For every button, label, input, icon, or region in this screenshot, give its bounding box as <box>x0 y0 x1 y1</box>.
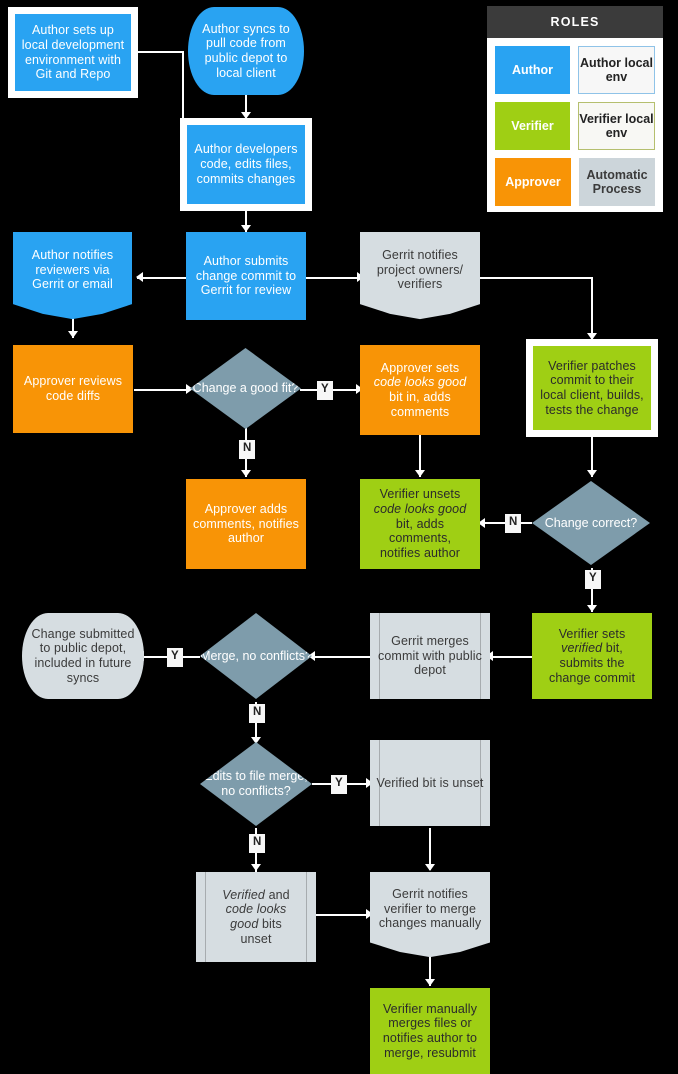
arrow-notify-to-approver <box>68 331 78 338</box>
node-gerrit-merges-commit[interactable]: Gerrit merges commit with public depot <box>370 613 490 699</box>
node-verified-bit-unset[interactable]: Verified bit is unset <box>370 740 490 826</box>
arrow-patches-to-correct <box>587 470 597 477</box>
connector-merges-to-decision <box>312 656 370 658</box>
node-label: Author submits change commit to Gerrit f… <box>195 253 297 298</box>
decision-label: Merge, no conflicts? <box>200 648 312 663</box>
edge-label-change-correct-no: N <box>505 514 522 533</box>
roles-legend: ROLES Author Author local env Verifier V… <box>487 6 663 212</box>
legend-row-author: Author Author local env <box>495 46 655 94</box>
node-label: Author developers code, edits files, com… <box>194 142 298 186</box>
node-label: Verified and code looks good bits unset <box>222 887 290 946</box>
arrow-correct-yes <box>587 605 597 612</box>
node-bits-unset[interactable]: Verified and code looks good bits unset <box>196 872 316 962</box>
decision-merge-no-conflicts[interactable]: Merge, no conflicts? <box>200 613 312 699</box>
connector-approver-to-goodfit <box>134 389 190 391</box>
node-gerrit-notifies-owners[interactable]: Gerrit notifies project owners/ verifier… <box>360 232 480 320</box>
node-approver-adds-comments[interactable]: Approver adds comments, notifies author <box>186 479 306 569</box>
node-verifier-patches[interactable]: Verifier patches commit to their local c… <box>526 339 658 437</box>
node-label: Gerrit notifies verifier to merge change… <box>378 886 482 931</box>
node-label: Verifier manually merges files or notifi… <box>382 1001 478 1060</box>
node-approver-sets-bit[interactable]: Approver sets code looks good bit in, adds… <box>360 345 480 435</box>
edge-label-merge-yes: Y <box>167 648 183 667</box>
legend-row-approver: Approver Automatic Process <box>495 158 655 206</box>
decision-label: Change a good fit? <box>192 381 299 396</box>
connector-setup-to-develop <box>137 51 184 53</box>
node-author-develops[interactable]: Author developers code, edits files, com… <box>180 118 312 211</box>
arrow-approversets-down <box>415 470 425 477</box>
node-label: Verifier patches commit to their local c… <box>540 358 644 417</box>
node-label: Author notifies reviewers via Gerrit or … <box>31 247 114 292</box>
node-label: Approver reviews code diffs <box>23 374 123 403</box>
node-verifier-sets-verified[interactable]: Verifier sets verified bit, submits the cha… <box>532 613 652 699</box>
edge-label-good-fit-no: N <box>239 440 256 459</box>
legend-swatch-author-local-env: Author local env <box>578 46 655 94</box>
node-label: Author syncs to pull code from public de… <box>202 21 290 80</box>
node-gerrit-notifies-verifier[interactable]: Gerrit notifies verifier to merge change… <box>370 872 490 958</box>
legend-swatch-automatic-process: Automatic Process <box>579 158 655 206</box>
node-author-sets-up[interactable]: Author sets up local development environ… <box>8 7 138 98</box>
node-label: Author sets up local development environ… <box>21 23 125 82</box>
decision-label: Change correct? <box>544 515 638 530</box>
legend-title: ROLES <box>487 6 663 38</box>
arrow-submit-to-notify <box>136 272 143 282</box>
node-label: Verified bit is unset <box>376 775 484 790</box>
node-verifier-manual-merge[interactable]: Verifier manually merges files or notifi… <box>370 988 490 1074</box>
connector-gerrit-to-verifier <box>480 277 592 279</box>
node-change-submitted[interactable]: Change submitted to public depot, includ… <box>22 613 144 699</box>
connector-submit-to-gerrit <box>306 277 360 279</box>
arrow-edits-no <box>251 864 261 871</box>
arrow-develop-to-submit <box>241 225 251 232</box>
legend-body: Author Author local env Verifier Verifie… <box>487 38 663 214</box>
legend-swatch-approver: Approver <box>495 158 571 206</box>
node-label: Gerrit merges commit with public depot <box>378 633 482 678</box>
node-label: Change submitted to public depot, includ… <box>31 626 135 685</box>
edge-label-merge-no: N <box>249 704 266 723</box>
node-label: Verifier unsets code looks good bit, adds c… <box>373 487 467 561</box>
connector-submit-to-notify <box>137 277 186 279</box>
decision-edits-file-merge[interactable]: Edits to file merge, no conflicts? <box>200 742 312 826</box>
node-label: Approver sets code looks good bit in, adds… <box>373 360 467 419</box>
edge-label-edits-no: N <box>249 834 266 853</box>
legend-row-verifier: Verifier Verifier local env <box>495 102 655 150</box>
flowchart-canvas: Author sets up local development environ… <box>0 0 678 1074</box>
decision-change-good-fit[interactable]: Change a good fit? <box>190 348 301 429</box>
edge-label-good-fit-yes: Y <box>317 381 333 400</box>
node-verifier-unsets-bit[interactable]: Verifier unsets code looks good bit, adds c… <box>360 479 480 569</box>
arrow-gerritnotify-to-manual <box>425 979 435 986</box>
node-label: Gerrit notifies project owners/ verifier… <box>376 247 464 292</box>
node-author-submits-change[interactable]: Author submits change commit to Gerrit f… <box>186 232 306 320</box>
node-author-syncs[interactable]: Author syncs to pull code from public de… <box>188 7 304 95</box>
legend-swatch-verifier-local-env: Verifier local env <box>578 102 655 150</box>
node-label: Verifier sets verified bit, submits the cha… <box>548 626 636 685</box>
arrow-goodfit-no <box>241 470 251 477</box>
connector-gerrit-to-verifier-v <box>591 277 593 339</box>
node-approver-reviews[interactable]: Approver reviews code diffs <box>13 345 133 433</box>
arrow-verifiedunset-down <box>425 864 435 871</box>
connector-bitsunset-to-gerritnotify <box>312 914 370 916</box>
edge-label-edits-yes: Y <box>331 775 347 794</box>
decision-change-correct[interactable]: Change correct? <box>532 481 650 565</box>
legend-swatch-author: Author <box>495 46 570 94</box>
legend-swatch-verifier: Verifier <box>495 102 570 150</box>
node-label: Approver adds comments, notifies author <box>192 501 299 546</box>
edge-label-change-correct-yes: Y <box>585 570 601 589</box>
decision-label: Edits to file merge, no conflicts? <box>204 769 308 798</box>
node-author-notifies-reviewers[interactable]: Author notifies reviewers via Gerrit or … <box>13 232 132 320</box>
